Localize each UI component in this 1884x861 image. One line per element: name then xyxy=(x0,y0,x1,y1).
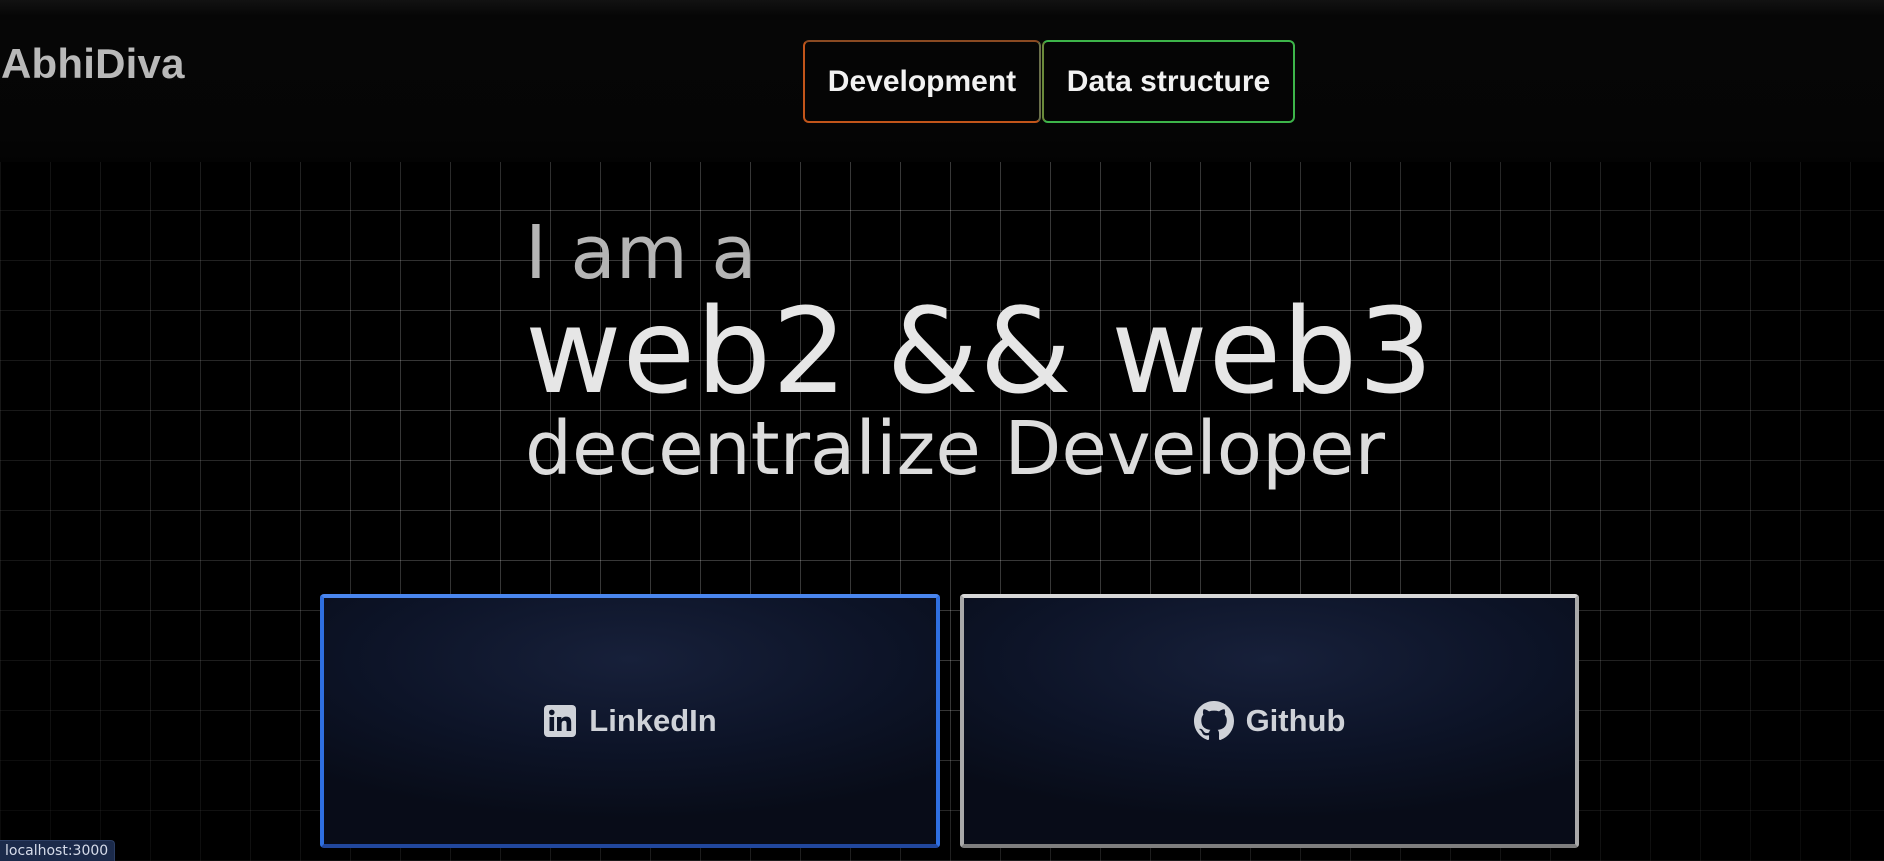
github-label: Github xyxy=(1245,703,1346,738)
page: AbhiDiva Development Data structure I am… xyxy=(0,0,1884,861)
nav-development-button[interactable]: Development xyxy=(803,40,1041,123)
github-card-button[interactable]: Github xyxy=(960,594,1579,848)
linkedin-card-button[interactable]: LinkedIn xyxy=(320,594,940,848)
linkedin-icon xyxy=(543,704,577,738)
linkedin-label: LinkedIn xyxy=(589,703,717,738)
grid-background xyxy=(0,162,1884,861)
header: AbhiDiva Development Data structure xyxy=(0,0,1884,162)
hero-subtitle: decentralize Developer xyxy=(525,406,1385,492)
status-bar-url: localhost:3000 xyxy=(0,840,116,861)
nav-data-structure-button[interactable]: Data structure xyxy=(1042,40,1295,123)
hero-headline: web2 && web3 xyxy=(525,282,1435,420)
github-icon xyxy=(1193,701,1234,741)
site-logo[interactable]: AbhiDiva xyxy=(1,40,185,88)
